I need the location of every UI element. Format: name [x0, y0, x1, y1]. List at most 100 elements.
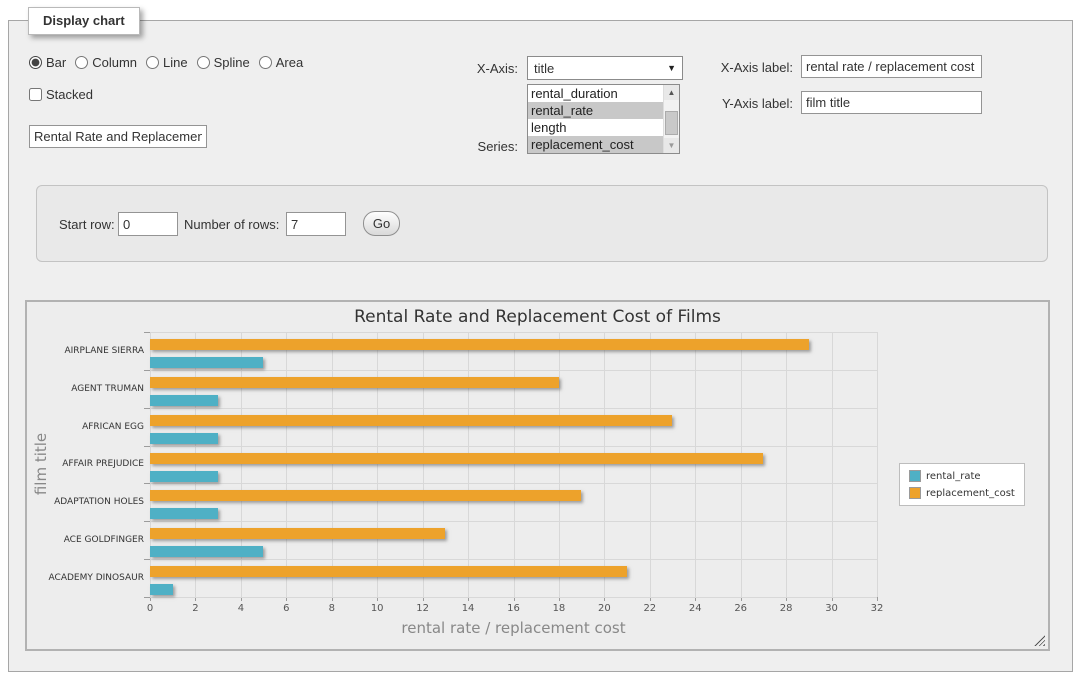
stacked-label: Stacked	[46, 87, 93, 102]
chart-type-radio[interactable]	[29, 56, 42, 69]
gridline	[150, 408, 877, 409]
x-tick-label: 6	[271, 603, 301, 614]
legend-item[interactable]: rental_rate	[909, 470, 1015, 482]
category-label: ACADEMY DINOSAUR	[4, 572, 144, 584]
number-of-rows-input[interactable]	[286, 212, 346, 236]
page: Display chart BarColumnLineSplineArea St…	[0, 0, 1081, 681]
legend-item[interactable]: replacement_cost	[909, 487, 1015, 499]
chart-type-option-spline[interactable]: Spline	[197, 55, 250, 70]
gridline	[150, 521, 877, 522]
gridline	[604, 332, 605, 597]
x-tick-label: 16	[499, 603, 529, 614]
series-option[interactable]: replacement_cost	[528, 136, 663, 153]
gridline	[377, 332, 378, 597]
stacked-option[interactable]: Stacked	[29, 87, 93, 102]
series-option[interactable]: rental_duration	[528, 85, 663, 102]
x-axis-select-label: X-Axis:	[430, 61, 518, 76]
chart-title-input[interactable]	[29, 125, 207, 148]
bar-replacement_cost[interactable]	[150, 566, 627, 577]
bar-rental_rate[interactable]	[150, 471, 218, 482]
series-listbox[interactable]: rental_durationrental_ratelengthreplacem…	[527, 84, 680, 154]
bar-replacement_cost[interactable]	[150, 415, 672, 426]
bar-rental_rate[interactable]	[150, 395, 218, 406]
series-options: rental_durationrental_ratelengthreplacem…	[528, 85, 663, 153]
chart-type-radio[interactable]	[259, 56, 272, 69]
start-row-input[interactable]	[118, 212, 178, 236]
gridline	[559, 332, 560, 597]
gridline	[150, 597, 877, 598]
x-tick-label: 30	[817, 603, 847, 614]
chart-container: Rental Rate and Replacement Cost of Film…	[25, 300, 1050, 651]
bar-replacement_cost[interactable]	[150, 490, 581, 501]
chart-type-option-label: Bar	[46, 55, 66, 70]
legend-label: replacement_cost	[926, 488, 1015, 499]
gridline	[695, 332, 696, 597]
bar-rental_rate[interactable]	[150, 357, 263, 368]
gridline	[650, 332, 651, 597]
gridline	[832, 332, 833, 597]
gridline	[741, 332, 742, 597]
go-button[interactable]: Go	[363, 211, 400, 236]
x-tick-label: 10	[362, 603, 392, 614]
bar-rental_rate[interactable]	[150, 433, 218, 444]
stacked-row: Stacked	[29, 87, 93, 102]
chart-type-option-area[interactable]: Area	[259, 55, 303, 70]
x-tick-label: 24	[680, 603, 710, 614]
scrollbar-thumb[interactable]	[665, 111, 678, 135]
gridline	[877, 332, 878, 597]
x-axis-select[interactable]: title ▼	[527, 56, 683, 80]
resize-grip-icon[interactable]	[1034, 635, 1045, 646]
y-axis-label-label: Y-Axis label:	[690, 96, 793, 111]
x-tick-mark	[877, 597, 878, 601]
chevron-down-icon: ▼	[667, 63, 676, 73]
category-label: AFFAIR PREJUDICE	[4, 458, 144, 470]
bar-replacement_cost[interactable]	[150, 528, 445, 539]
bar-rental_rate[interactable]	[150, 508, 218, 519]
chart-type-radio-group: Bar Column Line Spline Area	[29, 55, 303, 70]
chart-type-radio[interactable]	[75, 56, 88, 69]
bar-replacement_cost[interactable]	[150, 453, 763, 464]
chart-type-radio[interactable]	[197, 56, 210, 69]
gridline	[195, 332, 196, 597]
gridline	[241, 332, 242, 597]
bar-replacement_cost[interactable]	[150, 377, 559, 388]
gridline	[423, 332, 424, 597]
category-label: AFRICAN EGG	[4, 421, 144, 433]
x-axis-label-input[interactable]	[801, 55, 982, 78]
bar-replacement_cost[interactable]	[150, 339, 809, 350]
y-tick-mark	[144, 370, 150, 371]
y-axis-label-input[interactable]	[801, 91, 982, 114]
chart-type-option-bar[interactable]: Bar	[29, 55, 66, 70]
x-tick-label: 28	[771, 603, 801, 614]
x-tick-label: 0	[135, 603, 165, 614]
chart-type-option-line[interactable]: Line	[146, 55, 188, 70]
gridline	[150, 370, 877, 371]
category-label: AIRPLANE SIERRA	[4, 345, 144, 357]
series-listbox-scrollbar[interactable]: ▲ ▼	[663, 85, 679, 153]
scroll-up-icon[interactable]: ▲	[664, 85, 679, 100]
chart-title: Rental Rate and Replacement Cost of Film…	[27, 307, 1048, 327]
x-tick-label: 14	[453, 603, 483, 614]
x-tick-label: 18	[544, 603, 574, 614]
scroll-down-icon[interactable]: ▼	[664, 138, 679, 153]
x-tick-label: 20	[589, 603, 619, 614]
gridline	[286, 332, 287, 597]
stacked-checkbox[interactable]	[29, 88, 42, 101]
x-tick-label: 22	[635, 603, 665, 614]
y-tick-mark	[144, 332, 150, 333]
chart-type-option-label: Area	[276, 55, 303, 70]
x-tick-label: 4	[226, 603, 256, 614]
chart-type-option-column[interactable]: Column	[75, 55, 137, 70]
y-tick-mark	[144, 559, 150, 560]
bar-rental_rate[interactable]	[150, 546, 263, 557]
y-tick-mark	[144, 408, 150, 409]
series-option[interactable]: rental_rate	[528, 102, 663, 119]
series-option[interactable]: length	[528, 119, 663, 136]
gridline	[150, 332, 877, 333]
bar-rental_rate[interactable]	[150, 584, 173, 595]
x-axis-selected-value: title	[534, 61, 554, 76]
gridline	[332, 332, 333, 597]
x-tick-label: 26	[726, 603, 756, 614]
chart-type-radio[interactable]	[146, 56, 159, 69]
x-tick-label: 32	[862, 603, 892, 614]
